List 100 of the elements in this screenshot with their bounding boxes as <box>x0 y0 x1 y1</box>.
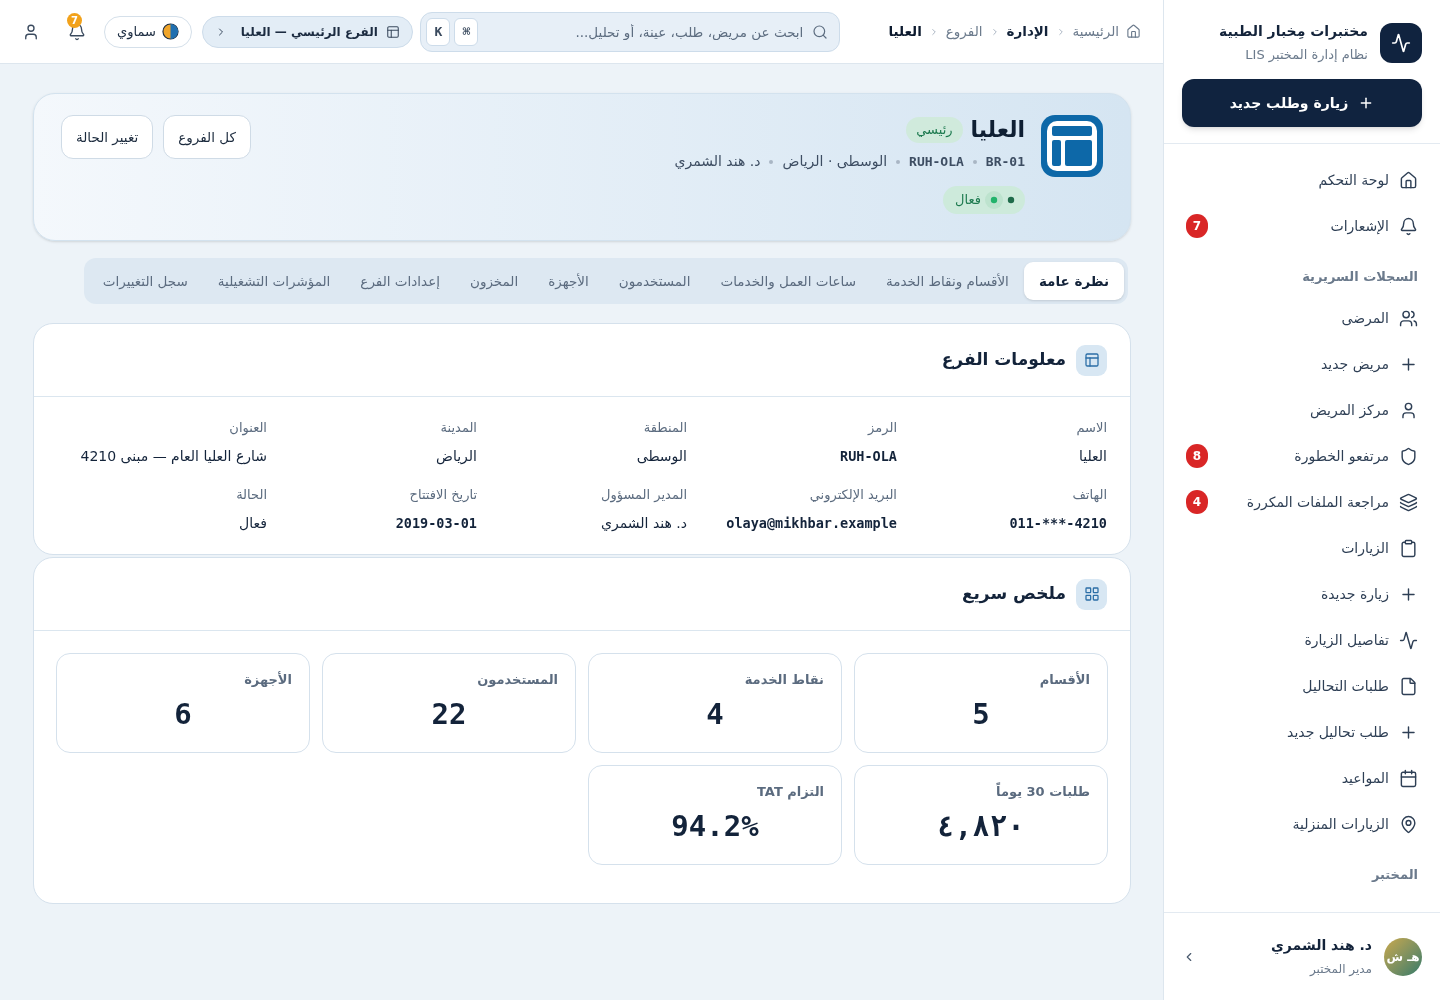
status-badge: فعال <box>943 186 1025 214</box>
breadcrumb-item[interactable]: الرئيسية <box>1072 21 1119 42</box>
user-icon <box>1399 400 1418 420</box>
count-badge: 7 <box>1186 214 1208 238</box>
breadcrumb-item: الإدارة <box>1006 22 1049 42</box>
field-label: العنوان <box>229 419 267 436</box>
count-badge: 4 <box>1186 490 1208 514</box>
branch-meta: د. هند الشمري <box>674 152 761 172</box>
field-value: الرياض <box>436 447 477 465</box>
users-icon <box>1399 308 1418 328</box>
branch-meta: BR-01 <box>985 152 1025 171</box>
stat-label: التزام TAT <box>756 783 824 801</box>
field-label: تاريخ الافتتاح <box>409 486 477 503</box>
branch-meta: الوسطى · الرياض <box>782 152 888 172</box>
stat-label: طلبات 30 يوماً <box>996 783 1090 801</box>
branch-title: العليا <box>970 116 1025 144</box>
branch-meta: RUH-OLA <box>909 152 964 171</box>
field-value: فعال <box>239 514 267 532</box>
nav-item[interactable]: زيارة جديدة <box>1178 571 1426 617</box>
nav-item[interactable]: المرضى <box>1178 295 1426 341</box>
notification-badge: 7 <box>67 12 82 28</box>
nav-item[interactable]: مريض جديد <box>1178 341 1426 387</box>
tab[interactable]: الأجهزة <box>533 262 604 300</box>
nav-item[interactable]: تفاصيل الزيارة <box>1178 617 1426 663</box>
card-title: ملخص سريع <box>961 582 1066 606</box>
tab[interactable]: المخزون <box>454 262 534 300</box>
brand-subtitle: نظام إدارة المختبر LIS <box>1244 46 1368 64</box>
field-value: RUH-OLA <box>840 447 897 465</box>
field-value: العليا <box>1078 447 1107 465</box>
layers-icon <box>1399 492 1418 512</box>
nav-item[interactable]: مركز المريض <box>1178 387 1426 433</box>
field-label: الهاتف <box>1072 486 1107 503</box>
tab[interactable]: سجل التغييرات <box>87 262 203 300</box>
stat-value: ٤,٨٢٠ <box>937 808 1025 845</box>
home-icon[interactable] <box>1126 24 1141 39</box>
tab[interactable]: ساعات العمل والخدمات <box>705 262 872 300</box>
stat-label: نقاط الخدمة <box>744 671 824 689</box>
tab[interactable]: المؤشرات التشغيلية <box>202 262 346 300</box>
user-name: د. هند الشمري <box>1271 936 1372 956</box>
theme-switcher[interactable]: سماوي <box>104 15 192 48</box>
stat-value: 4 <box>706 696 724 733</box>
field-label: الاسم <box>1076 419 1107 436</box>
map-pin-icon <box>1399 814 1418 834</box>
new-visit-button[interactable]: زيارة وطلب جديد <box>1182 79 1422 127</box>
stat-value: 94.2% <box>671 808 759 845</box>
pulse-icon <box>1399 630 1418 650</box>
layout-icon <box>385 24 400 39</box>
grid-icon <box>1076 578 1107 610</box>
field-label: الحالة <box>236 486 267 503</box>
breadcrumb-item: العليا <box>888 22 922 42</box>
field-label: الرمز <box>868 419 897 436</box>
nav-item[interactable]: لوحة التحكم <box>1178 157 1426 203</box>
branch-switcher[interactable]: الفرع الرئيسي — العليا <box>201 15 413 48</box>
stat-value: 5 <box>972 696 990 733</box>
file-icon <box>1399 676 1418 696</box>
nav-item[interactable]: طلب تحاليل جديد <box>1178 709 1426 755</box>
clipboard-icon <box>1399 538 1418 558</box>
field-value: شارع العليا العام — مبنى 4210 <box>80 447 267 465</box>
avatar: هـ ش <box>1384 937 1422 976</box>
logo-icon <box>1380 23 1422 63</box>
field-label: المدينة <box>440 419 477 436</box>
count-badge: 8 <box>1186 444 1208 468</box>
nav-item[interactable]: الزيارات <box>1178 525 1426 571</box>
field-label: المنطقة <box>643 419 687 436</box>
breadcrumb-item[interactable]: الفروع <box>945 21 983 42</box>
user-icon[interactable] <box>22 22 40 41</box>
nav-section-heading: المختبر <box>1370 866 1419 884</box>
theme-icon <box>161 23 179 40</box>
stat-value: 6 <box>174 696 192 733</box>
branch-layout-icon <box>1041 115 1103 177</box>
nav-item[interactable]: المواعيد <box>1178 755 1426 801</box>
nav-item[interactable]: طلبات التحاليل <box>1178 663 1426 709</box>
field-label: البريد الإلكتروني <box>809 486 897 503</box>
field-value: 011-***-4210 <box>1009 514 1107 532</box>
nav-item[interactable]: الزيارات المنزلية <box>1178 801 1426 847</box>
tab[interactable]: نظرة عامة <box>1023 262 1124 300</box>
brand-title: مختبرات مِخبار الطبية <box>1219 22 1368 40</box>
calendar-icon <box>1399 768 1418 788</box>
search-icon <box>812 23 829 40</box>
action-button[interactable]: كل الفروع <box>163 115 251 159</box>
field-value: الوسطى <box>636 447 687 465</box>
home-icon <box>1399 170 1418 190</box>
nav-section-heading: السجلات السريرية <box>1301 268 1419 286</box>
shortcut-key: K <box>426 17 451 46</box>
stat-label: الأجهزة <box>244 671 292 689</box>
bell-icon <box>1399 216 1418 236</box>
card-title: معلومات الفرع <box>941 348 1066 372</box>
shortcut-key: ⌘ <box>454 17 479 46</box>
tab[interactable]: المستخدمون <box>603 262 706 300</box>
tab[interactable]: إعدادات الفرع <box>345 262 455 300</box>
field-value: olaya@mikhbar.example <box>726 514 897 532</box>
field-value: د. هند الشمري <box>601 514 687 532</box>
action-button[interactable]: تغيير الحالة <box>61 115 154 159</box>
stat-value: 22 <box>431 696 467 733</box>
panel-icon <box>1076 344 1107 376</box>
user-role: مدير المختبر <box>1308 961 1372 978</box>
field-value: 2019-03-01 <box>395 514 477 532</box>
tab[interactable]: الأقسام ونقاط الخدمة <box>871 262 1024 300</box>
stat-label: الأقسام <box>1039 671 1090 689</box>
shield-icon <box>1399 446 1418 466</box>
